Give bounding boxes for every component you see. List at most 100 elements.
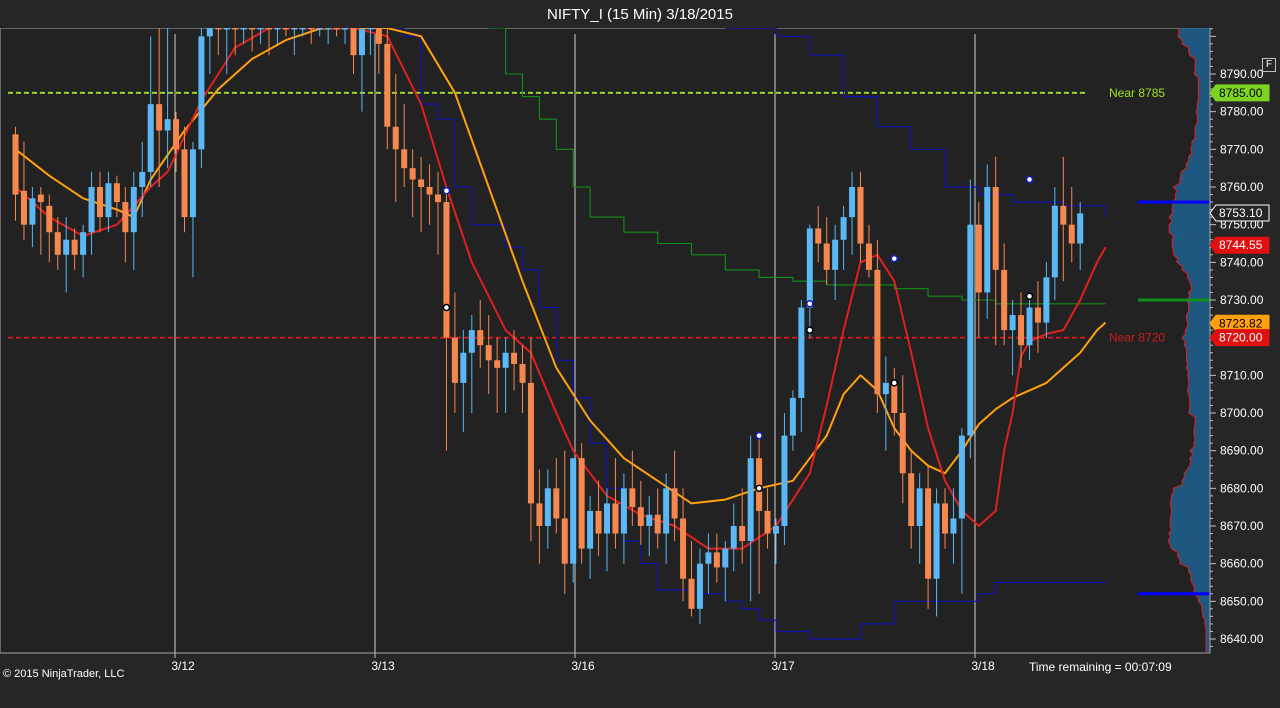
- near-level-label: Near 8720: [1109, 331, 1165, 345]
- candle-body: [1060, 205, 1067, 225]
- price-tick-label: 8770.00: [1220, 142, 1264, 156]
- candle-body: [857, 187, 864, 244]
- price-marker-label: 8785.00: [1219, 86, 1263, 100]
- candle-body: [950, 518, 957, 534]
- candle-body: [899, 413, 906, 474]
- candle-body: [840, 217, 847, 240]
- candle-body: [443, 202, 450, 338]
- candle-body: [468, 330, 475, 353]
- date-tick-label: 3/13: [371, 659, 395, 673]
- candle-body: [1026, 307, 1033, 346]
- swing-point-marker: [806, 300, 814, 308]
- price-tick-label: 8760.00: [1220, 180, 1264, 194]
- date-tick-label: 3/17: [771, 659, 795, 673]
- candle-body: [12, 134, 19, 195]
- date-tick-label: 3/16: [571, 659, 595, 673]
- candle-body: [595, 510, 602, 534]
- price-tick-label: 8700.00: [1220, 406, 1264, 420]
- candle-body: [299, 28, 306, 30]
- candle-body: [342, 28, 349, 30]
- candle-body: [350, 28, 357, 56]
- candle-body: [722, 548, 729, 568]
- format-button[interactable]: F: [1262, 58, 1276, 72]
- near-level-label: Near 8785: [1109, 86, 1165, 100]
- candle-body: [105, 183, 112, 218]
- candle-body: [773, 526, 779, 534]
- price-chart[interactable]: Near 8785 Near 8720 8640.00 8650.00 8660.00…: [0, 28, 1280, 708]
- candle-body: [967, 224, 974, 436]
- candle-body: [97, 187, 103, 218]
- candle-body: [578, 458, 585, 549]
- candle-body: [1068, 224, 1075, 244]
- candle-body: [908, 473, 915, 526]
- candle-body: [815, 228, 822, 244]
- candle-body: [1009, 315, 1016, 331]
- candle-body: [325, 28, 332, 30]
- candle-body: [122, 202, 129, 233]
- candle-body: [164, 119, 171, 131]
- swing-point-marker: [442, 187, 451, 195]
- candle-body: [1077, 213, 1084, 244]
- candle-body: [604, 503, 610, 534]
- price-marker-label: 8744.55: [1219, 238, 1263, 252]
- candle-body: [401, 149, 408, 169]
- price-marker-label: 8720.00: [1219, 331, 1263, 345]
- candle-body: [1034, 307, 1041, 323]
- candle-body: [494, 360, 501, 368]
- candle-body: [891, 382, 898, 413]
- candle-body: [680, 518, 687, 579]
- candle-body: [130, 187, 137, 233]
- candle-body: [435, 194, 441, 203]
- candle-body: [88, 187, 95, 233]
- candle-body: [485, 345, 492, 361]
- candle-body: [223, 28, 230, 30]
- swing-point-marker: [442, 303, 451, 312]
- candle-body: [29, 198, 36, 225]
- candle-body: [688, 578, 695, 609]
- price-tick-label: 8680.00: [1220, 481, 1264, 495]
- candle-body: [933, 503, 940, 579]
- candle-body: [460, 352, 467, 383]
- price-axis[interactable]: 8640.00 8650.00 8660.00 8670.00 8680.00 8690.…: [1209, 28, 1270, 653]
- price-tick-label: 8730.00: [1220, 293, 1264, 307]
- swing-point-marker: [755, 431, 763, 440]
- candle-body: [587, 510, 594, 549]
- candle-body: [984, 187, 991, 293]
- candle-body: [173, 119, 180, 150]
- candle-body: [240, 28, 247, 30]
- date-tick-label: 3/18: [971, 659, 995, 673]
- candle-body: [874, 269, 881, 395]
- candle-body: [756, 458, 763, 511]
- price-tick-label: 8780.00: [1220, 105, 1264, 119]
- candle-body: [511, 352, 518, 365]
- candle-body: [620, 488, 627, 534]
- time-remaining-text: Time remaining = 00:07:09: [1029, 660, 1172, 674]
- candle-body: [358, 28, 365, 56]
- window-title: NIFTY_I (15 Min) 3/18/2015: [547, 5, 733, 23]
- candle-body: [282, 28, 289, 30]
- candle-body: [1051, 205, 1058, 278]
- candle-body: [1001, 269, 1008, 331]
- candle-body: [502, 352, 509, 368]
- date-axis: 3/12 3/13 3/16 3/17 3/18: [171, 653, 995, 673]
- swing-point-marker: [755, 484, 763, 493]
- swing-point-marker: [1025, 175, 1034, 184]
- swing-point-marker: [1025, 292, 1034, 300]
- candle-body: [713, 552, 720, 568]
- date-tick-label: 3/12: [171, 659, 195, 673]
- candle-body: [316, 28, 323, 30]
- candle-body: [71, 239, 78, 255]
- candle-body: [266, 28, 272, 30]
- chart-frame[interactable]: Near 8785 Near 8720 8640.00 8650.00 8660.00…: [0, 28, 1280, 708]
- candle-body: [646, 514, 653, 526]
- candle-body: [113, 183, 120, 203]
- candle-body: [232, 28, 239, 30]
- candle-body: [156, 104, 163, 131]
- candle-body: [37, 194, 44, 203]
- swing-point-marker: [890, 254, 899, 263]
- candle-body: [189, 149, 196, 218]
- candle-body: [629, 488, 636, 508]
- price-tick-label: 8650.00: [1220, 594, 1264, 608]
- candle-body: [1043, 277, 1050, 323]
- candle-body: [553, 488, 560, 519]
